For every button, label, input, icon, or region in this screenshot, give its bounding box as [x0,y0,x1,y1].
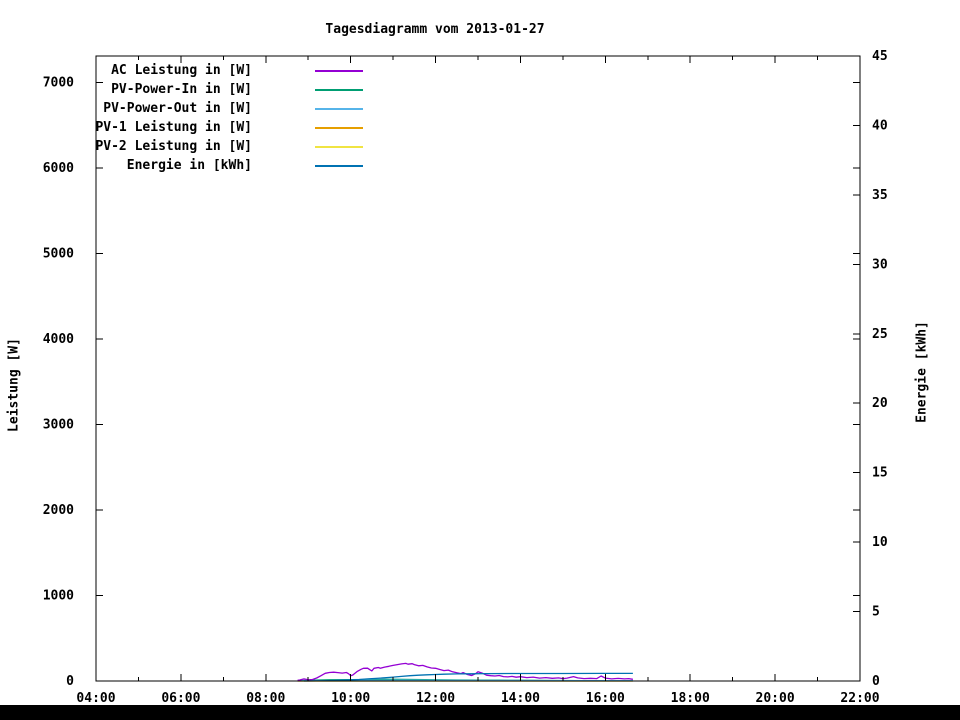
y2-tick-label: 20 [872,396,888,411]
legend-line-sample [315,146,363,148]
chart-canvas: 04:00 06:00 08:00 10:00 12:00 14:00 16:00 18:00… [0,0,960,720]
legend-line-sample [315,127,363,129]
y1-tick-label: 0 [66,674,74,689]
y2-tick-label: 25 [872,327,888,342]
x-tick-label: 14:00 [501,691,540,706]
y1-tick-label: 1000 [43,589,74,604]
y-axis-label-right: Energie [kWh] [914,321,930,423]
x-tick-label: 18:00 [671,691,710,706]
legend-label: Energie in [kWh] [126,158,252,173]
bottom-bar [0,705,960,720]
x-tick-label: 16:00 [586,691,625,706]
series-ac-leistung-in-w [297,662,634,681]
y1-tick-label: 3000 [43,418,74,433]
legend-label: PV-Power-In in [W] [111,82,252,97]
y2-tick-label: 5 [872,605,880,620]
legend-label: PV-Power-Out in [W] [103,101,252,116]
x-tick-label: 20:00 [756,691,795,706]
y-axis-label-left: Leistung [W] [6,338,22,432]
y2-tick-label: 0 [872,674,880,689]
chart-title: Tagesdiagramm vom 2013-01-27 [325,22,545,37]
x-tick-label: 22:00 [840,691,879,706]
y1-tick-label: 2000 [43,503,74,518]
y2-tick-label: 45 [872,49,888,64]
y1-tick-label: 5000 [43,247,74,262]
y1-tick-label: 7000 [43,76,74,91]
y2-tick-label: 40 [872,118,888,133]
legend-line-sample [315,108,363,110]
y1-tick-label: 6000 [43,161,74,176]
x-tick-label: 10:00 [331,691,370,706]
y2-tick-label: 15 [872,466,888,481]
x-tick-label: 12:00 [416,691,455,706]
legend-line-sample [315,70,363,72]
legend-label: AC Leistung in [W] [111,63,252,78]
x-tick-label: 08:00 [246,691,285,706]
legend-label: PV-1 Leistung in [W] [95,120,252,135]
y2-tick-label: 10 [872,535,888,550]
x-tick-label: 06:00 [161,691,200,706]
x-tick-label: 04:00 [76,691,115,706]
y1-tick-label: 4000 [43,332,74,347]
y2-tick-label: 30 [872,257,888,272]
legend-line-sample [315,165,363,167]
legend-line-sample [315,89,363,91]
y2-tick-label: 35 [872,188,888,203]
legend-label: PV-2 Leistung in [W] [95,139,252,154]
